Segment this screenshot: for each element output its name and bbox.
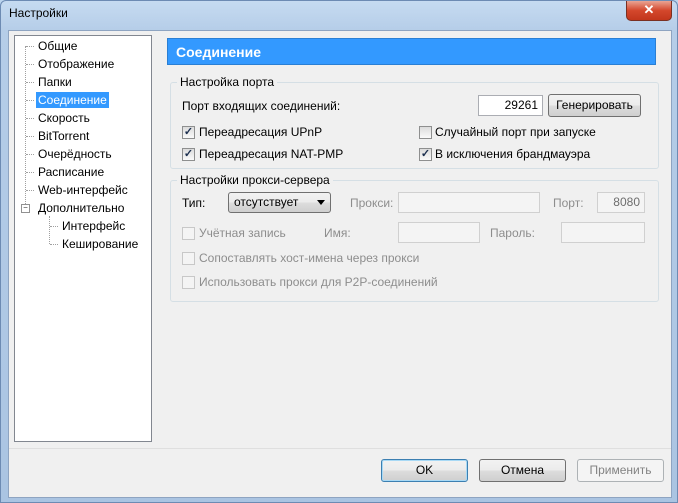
proxy-settings-group: Настройки прокси-сервера Тип: отсутствуе… [170, 173, 659, 302]
cancel-button[interactable]: Отмена [479, 459, 566, 482]
sidebar-item-bittorrent[interactable]: BitTorrent [36, 128, 91, 144]
port-settings-title: Настройка порта [177, 75, 278, 89]
natpmp-checkbox[interactable]: ✓ [182, 148, 195, 161]
sidebar-item-schedule[interactable]: Расписание [36, 164, 106, 180]
firewall-checkbox[interactable]: ✓ [419, 148, 432, 161]
settings-window: Настройки ✕ Общие Отображение Папки Соед… [0, 0, 678, 503]
password-input[interactable] [561, 222, 645, 243]
tree-connector [26, 64, 34, 65]
proxy-type-select[interactable]: отсутствует [228, 192, 331, 213]
proxy-settings-title: Настройки прокси-сервера [177, 173, 333, 187]
sidebar-item-folders[interactable]: Папки [36, 74, 74, 90]
sidebar-item-caching[interactable]: Кеширование [60, 236, 140, 252]
apply-button[interactable]: Применить [577, 459, 664, 482]
collapse-icon[interactable]: − [21, 204, 30, 213]
tree-connector [26, 82, 34, 83]
incoming-port-label: Порт входящих соединений: [182, 99, 341, 113]
sidebar-item-speed[interactable]: Скорость [36, 110, 92, 126]
map-hostnames-label[interactable]: Сопоставлять хост-имена через прокси [199, 250, 419, 266]
tree-connector [50, 226, 58, 227]
sidebar-item-interface[interactable]: Интерфейс [60, 218, 127, 234]
tree-connector [26, 154, 34, 155]
incoming-port-input[interactable]: 29261 [478, 95, 543, 116]
generate-button[interactable]: Генерировать [548, 94, 641, 117]
sidebar-item-connection[interactable]: Соединение [36, 92, 109, 108]
page-title: Соединение [167, 38, 656, 65]
proxy-port-label: Порт: [553, 196, 584, 210]
tree-connector [50, 244, 58, 245]
sidebar-item-queue[interactable]: Очерёдность [36, 146, 114, 162]
dialog-footer: OK Отмена Применить [9, 449, 671, 497]
sidebar-item-display[interactable]: Отображение [36, 56, 116, 72]
tree-connector [26, 118, 34, 119]
tree-connector [26, 172, 34, 173]
username-input[interactable] [398, 222, 480, 243]
tree-connector [26, 190, 34, 191]
proxy-host-input[interactable] [398, 192, 540, 213]
firewall-label[interactable]: В исключения брандмауэра [435, 146, 590, 162]
random-port-label[interactable]: Случайный порт при запуске [435, 124, 596, 140]
window-title: Настройки [9, 6, 68, 20]
tree-connector [26, 100, 34, 101]
upnp-checkbox[interactable]: ✓ [182, 126, 195, 139]
map-hostnames-checkbox[interactable] [182, 252, 195, 265]
password-label: Пароль: [490, 226, 535, 240]
sidebar-item-advanced[interactable]: Дополнительно [36, 200, 126, 216]
proxy-port-input[interactable]: 8080 [597, 192, 645, 213]
p2p-proxy-checkbox[interactable] [182, 276, 195, 289]
chevron-down-icon [317, 200, 325, 205]
account-label[interactable]: Учётная запись [199, 225, 286, 241]
client-area: Общие Отображение Папки Соединение Скоро… [8, 30, 672, 498]
upnp-label[interactable]: Переадресация UPnP [199, 124, 322, 140]
close-button[interactable]: ✕ [626, 1, 672, 21]
account-checkbox[interactable] [182, 227, 195, 240]
proxy-host-label: Прокси: [350, 196, 394, 210]
p2p-proxy-label[interactable]: Использовать прокси для P2P-соединений [199, 274, 438, 290]
ok-button[interactable]: OK [381, 459, 468, 482]
username-label: Имя: [324, 226, 351, 240]
port-settings-group: Настройка порта Порт входящих соединений… [170, 75, 659, 169]
proxy-type-label: Тип: [182, 196, 206, 210]
tree-connector [26, 46, 34, 47]
tree-connector [49, 216, 50, 244]
tree-connector [26, 136, 34, 137]
settings-tree: Общие Отображение Папки Соединение Скоро… [14, 35, 152, 442]
sidebar-item-webui[interactable]: Web-интерфейс [36, 182, 130, 198]
proxy-type-value: отсутствует [234, 195, 299, 209]
title-bar[interactable]: Настройки ✕ [1, 1, 677, 29]
tree-connector [25, 46, 26, 208]
random-port-checkbox[interactable] [419, 126, 432, 139]
natpmp-label[interactable]: Переадресация NAT-PMP [199, 146, 343, 162]
sidebar-item-general[interactable]: Общие [36, 38, 79, 54]
